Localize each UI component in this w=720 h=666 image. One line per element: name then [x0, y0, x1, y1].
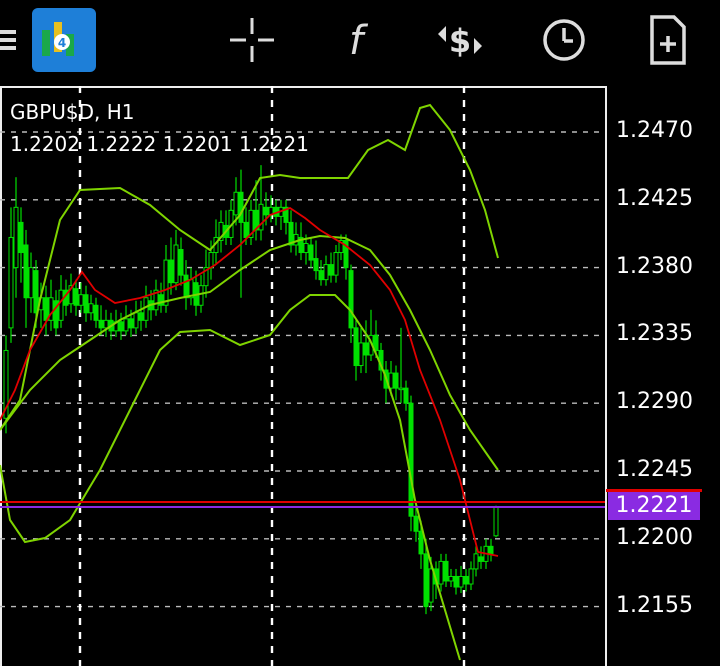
top-toolbar: 4 f $ — [0, 0, 720, 84]
candle-body — [443, 560, 449, 582]
candle-body — [458, 575, 464, 588]
trade-dollar-arrows-icon[interactable]: $ — [428, 8, 492, 72]
candle-body — [23, 244, 29, 299]
candle-body — [293, 233, 299, 246]
bollinger-middle — [0, 234, 499, 471]
candle-body — [323, 264, 329, 281]
candle-body — [173, 244, 179, 284]
candle-body — [408, 402, 414, 517]
candle-body — [73, 288, 79, 306]
candle-body — [463, 575, 469, 585]
candle-body — [143, 297, 149, 321]
candle-body — [488, 545, 494, 555]
candle-body — [493, 506, 499, 537]
candle-body — [303, 242, 309, 254]
price-tick-label: 1.2290 — [616, 389, 693, 415]
candle-body — [263, 206, 269, 216]
candle-body — [98, 319, 104, 329]
candle-body — [243, 221, 249, 238]
crosshair-icon[interactable] — [220, 8, 284, 72]
candle-body — [448, 575, 454, 582]
chart-area[interactable] — [0, 86, 606, 666]
price-tick-label: 1.2425 — [616, 185, 693, 211]
candle-body — [478, 556, 484, 562]
candle-body — [208, 252, 214, 269]
candle-body — [438, 560, 444, 585]
candle-body — [413, 515, 419, 532]
candle-body — [428, 568, 434, 603]
price-tick-label: 1.2245 — [616, 457, 693, 482]
candle-body — [308, 244, 314, 261]
moving-average — [0, 207, 499, 557]
candle-body — [168, 259, 174, 284]
candle-body — [18, 221, 24, 254]
candle-body — [348, 270, 354, 329]
svg-text:f: f — [349, 18, 369, 64]
candle-body — [238, 191, 244, 223]
function-f-icon[interactable]: f — [324, 8, 388, 72]
candle-body — [163, 259, 169, 306]
candle-body — [103, 319, 109, 329]
candle-body — [328, 264, 334, 276]
candle-body — [43, 297, 49, 321]
candle-body — [58, 289, 64, 321]
candle-body — [313, 258, 319, 272]
candle-body — [28, 267, 34, 299]
symbol-timeframe-label: GBPU$D, H1 — [10, 100, 135, 124]
candle-body — [128, 318, 134, 329]
price-tick-label: 1.2380 — [616, 253, 693, 279]
candle-body — [418, 530, 424, 555]
candle-body — [118, 321, 124, 332]
price-axis-divider — [605, 86, 607, 666]
add-document-icon[interactable] — [636, 8, 700, 72]
candle-body — [358, 342, 364, 367]
candle-body — [78, 294, 84, 306]
candle-body — [138, 312, 144, 321]
ohlc-values-label: 1.2202 1.2222 1.2201 1.2221 — [10, 132, 309, 156]
candle-body — [233, 191, 239, 216]
candle-body — [33, 270, 39, 314]
candle-body — [398, 387, 404, 391]
metatrader-logo-icon[interactable]: 4 — [32, 8, 96, 72]
candle-body — [183, 274, 189, 299]
candle-body — [353, 327, 359, 367]
candle-body — [473, 553, 479, 570]
bid-axis-marker — [606, 489, 702, 492]
candle-body — [423, 553, 429, 608]
candle-body — [178, 249, 184, 276]
hamburger-menu-icon[interactable] — [0, 8, 26, 72]
price-tick-label: 1.2155 — [616, 592, 693, 618]
price-tick-label: 1.2335 — [616, 321, 693, 347]
candle-body — [13, 206, 19, 269]
price-chart-svg[interactable] — [0, 86, 606, 666]
candle-body — [93, 304, 99, 321]
candle-body — [453, 575, 459, 588]
candle-body — [403, 387, 409, 404]
candle-body — [468, 568, 474, 585]
bollinger-lower — [0, 294, 461, 661]
svg-text:$: $ — [449, 22, 471, 60]
price-tick-label: 1.2200 — [616, 524, 693, 550]
clock-icon[interactable] — [532, 8, 596, 72]
candle-body — [123, 318, 129, 332]
candle-body — [8, 236, 14, 329]
candle-body — [83, 294, 89, 314]
candle-body — [333, 252, 339, 276]
current-price-badge: 1.2221 — [608, 492, 700, 520]
candle-body — [198, 285, 204, 306]
candle-body — [133, 312, 139, 329]
candle-body — [363, 342, 369, 356]
candle-body — [318, 270, 324, 281]
svg-text:4: 4 — [58, 36, 66, 50]
candle-body — [88, 303, 94, 314]
price-tick-label: 1.2470 — [616, 118, 693, 143]
candle-body — [393, 372, 399, 389]
